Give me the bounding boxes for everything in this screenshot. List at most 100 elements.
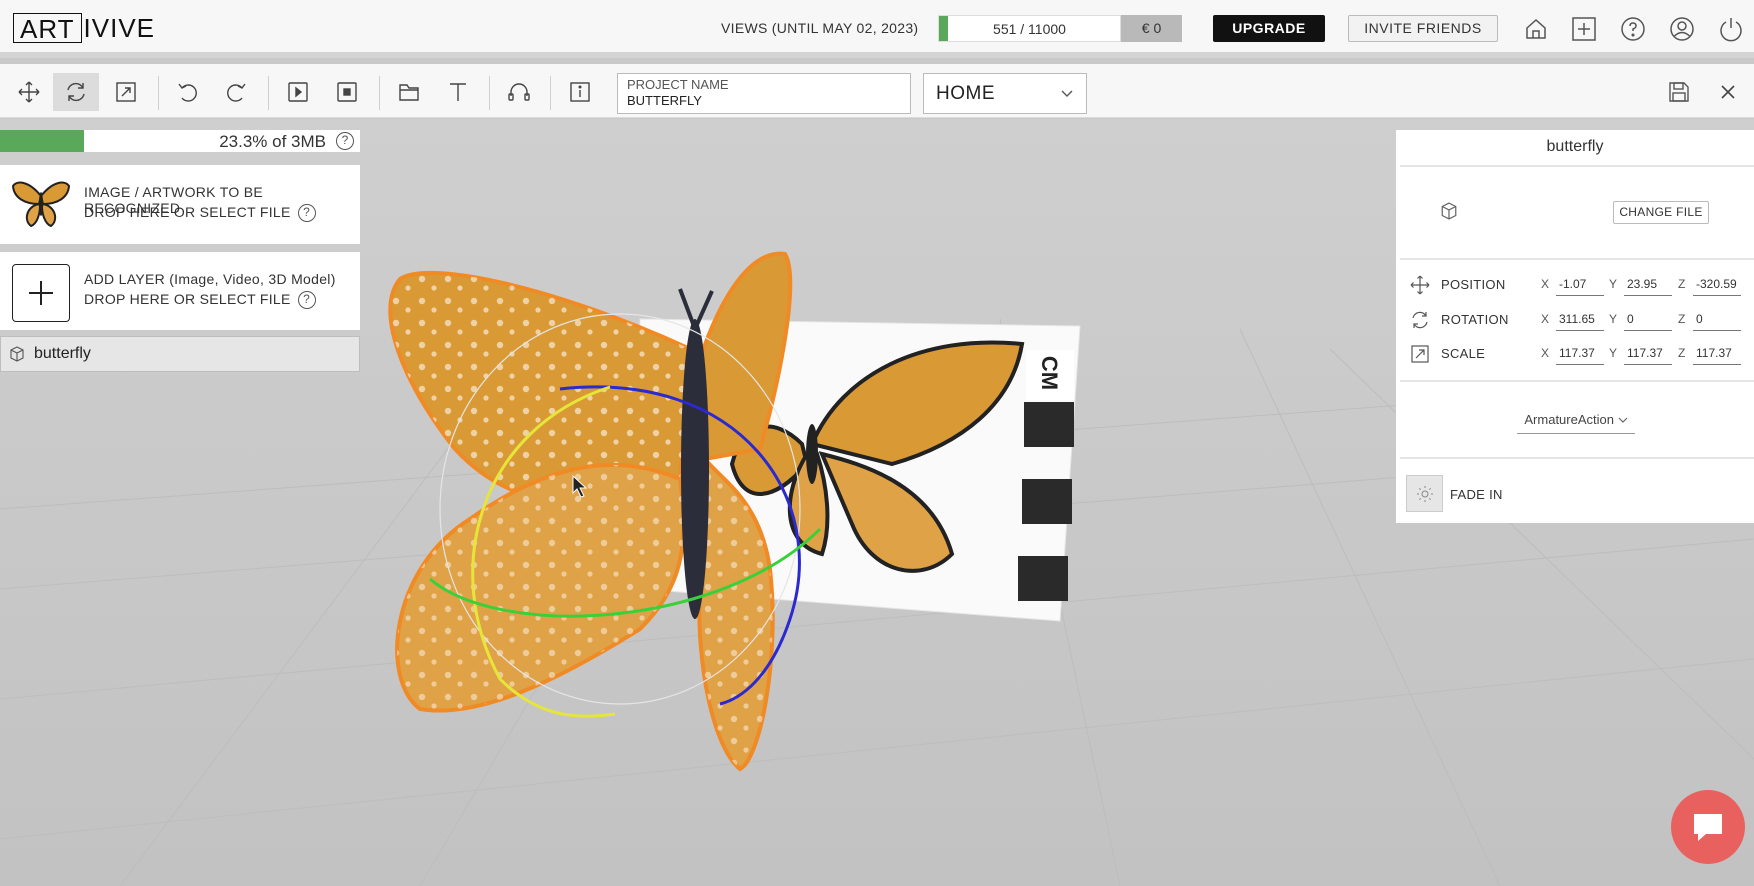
views-label: VIEWS (UNTIL MAY 02, 2023) — [721, 20, 919, 36]
rotate-icon — [1412, 311, 1428, 329]
scale-y-input[interactable]: 117.37 — [1624, 343, 1672, 365]
scale-z-input[interactable]: 117.37 — [1693, 343, 1741, 365]
add-layer-button[interactable] — [12, 264, 70, 322]
move-icon — [1410, 275, 1430, 295]
help-icon[interactable]: ? — [297, 291, 316, 310]
rotate-icon — [67, 82, 85, 102]
scale-row: SCALE X 117.37 Y 117.37 Z 117.37 — [1410, 342, 1750, 366]
open-folder-button[interactable] — [386, 73, 432, 111]
move-tool-button[interactable] — [6, 73, 52, 111]
target-dropzone-hint: DROP HERE OR SELECT FILE — [84, 204, 291, 220]
scale-tool-button[interactable] — [103, 73, 149, 111]
layer-name: butterfly — [34, 345, 91, 362]
axis-z-label: Z — [1678, 277, 1686, 291]
cube-icon — [1441, 202, 1457, 220]
stop-button[interactable] — [324, 73, 370, 111]
animation-select[interactable]: ArmatureAction — [1517, 412, 1635, 434]
sun-icon — [1416, 485, 1433, 502]
home-icon[interactable] — [1523, 16, 1549, 42]
views-progress: 551 / 11000 — [938, 15, 1121, 42]
help-icon[interactable]: ? — [297, 204, 316, 223]
top-bar: ART IVIVE VIEWS (UNTIL MAY 02, 2023) 551 … — [0, 0, 1754, 58]
chat-support-button[interactable] — [1671, 790, 1745, 864]
artivive-logo[interactable]: ART IVIVE — [13, 13, 156, 44]
storage-usage: 23.3% of 3MB ? — [0, 130, 360, 152]
invite-friends-button[interactable]: INVITE FRIENDS — [1348, 15, 1498, 42]
target-image-dropzone[interactable]: IMAGE / ARTWORK TO BE RECOGNIZED DROP HE… — [0, 165, 360, 244]
chevron-down-icon — [1061, 90, 1073, 97]
layer-item-butterfly[interactable]: butterfly — [0, 336, 360, 372]
redo-button[interactable] — [213, 73, 259, 111]
axis-y-label: Y — [1609, 312, 1618, 326]
credit-balance: € 0 — [1121, 15, 1182, 42]
help-icon[interactable] — [1620, 16, 1646, 42]
views-count: 551 / 11000 — [993, 21, 1066, 37]
rotation-label: ROTATION — [1441, 312, 1509, 327]
project-name-field[interactable]: PROJECT NAME BUTTERFLY — [617, 73, 911, 114]
close-icon — [1721, 85, 1735, 99]
project-name-label: PROJECT NAME — [627, 77, 729, 92]
position-x-input[interactable]: -1.07 — [1556, 274, 1604, 296]
axis-x-label: X — [1541, 346, 1550, 360]
stop-icon — [337, 82, 357, 102]
project-name-value[interactable]: BUTTERFLY — [627, 92, 901, 109]
cube-icon — [10, 346, 24, 362]
scale-label: SCALE — [1441, 346, 1486, 361]
scale-x-input[interactable]: 117.37 — [1556, 343, 1604, 365]
audio-button[interactable] — [496, 73, 542, 111]
move-icon — [18, 81, 40, 103]
position-y-input[interactable]: 23.95 — [1624, 274, 1672, 296]
text-tool-button[interactable] — [435, 73, 481, 111]
rotate-tool-button[interactable] — [53, 73, 99, 111]
editor-toolbar: PROJECT NAME BUTTERFLY HOME — [0, 64, 1754, 118]
change-file-button[interactable]: CHANGE FILE — [1613, 201, 1709, 224]
headphones-icon — [508, 83, 530, 101]
position-z-input[interactable]: -320.59 — [1693, 274, 1741, 296]
text-icon — [450, 83, 466, 101]
info-button[interactable] — [557, 73, 603, 111]
add-layer-title: ADD LAYER (Image, Video, 3D Model) — [84, 271, 336, 287]
fade-in-toggle[interactable] — [1406, 475, 1443, 512]
axis-x-label: X — [1541, 312, 1550, 326]
layer-properties-panel: butterfly CHANGE FILE POSITION X -1.07 Y… — [1396, 130, 1754, 523]
add-layer-hint: DROP HERE OR SELECT FILE — [84, 291, 291, 307]
axis-y-label: Y — [1609, 346, 1618, 360]
account-icon[interactable] — [1669, 16, 1695, 42]
folder-icon — [399, 84, 419, 101]
add-layer-dropzone[interactable]: ADD LAYER (Image, Video, 3D Model) DROP … — [0, 252, 360, 330]
rotation-x-input[interactable]: 311.65 — [1556, 309, 1604, 331]
axis-y-label: Y — [1609, 277, 1618, 291]
undo-button[interactable] — [165, 73, 211, 111]
close-editor-button[interactable] — [1705, 73, 1751, 111]
rotation-z-input[interactable]: 0 — [1693, 309, 1741, 331]
upgrade-button[interactable]: UPGRADE — [1213, 15, 1325, 42]
scale-icon — [1411, 345, 1429, 363]
help-icon[interactable]: ? — [336, 132, 354, 150]
axis-z-label: Z — [1678, 312, 1686, 326]
chat-icon — [1694, 814, 1722, 841]
play-button[interactable] — [275, 73, 321, 111]
undo-icon — [178, 83, 197, 102]
logo-boxed-text: ART — [13, 13, 82, 44]
play-icon — [288, 82, 308, 102]
target-image-thumbnail — [9, 176, 73, 232]
scene-select[interactable]: HOME — [923, 73, 1087, 114]
power-icon[interactable] — [1718, 16, 1744, 42]
scale-icon — [116, 82, 136, 102]
info-icon — [570, 82, 590, 102]
cm-label: CM — [1037, 356, 1062, 390]
layer-title: butterfly — [1546, 138, 1604, 155]
storage-progress-fill — [0, 130, 84, 152]
position-label: POSITION — [1441, 277, 1506, 292]
axis-z-label: Z — [1678, 346, 1686, 360]
rotation-y-input[interactable]: 0 — [1624, 309, 1672, 331]
plus-icon[interactable] — [1571, 16, 1597, 42]
axis-x-label: X — [1541, 277, 1550, 291]
chevron-down-icon — [1618, 417, 1628, 423]
save-button[interactable] — [1656, 73, 1702, 111]
logo-text: IVIVE — [83, 13, 156, 43]
scene-select-value: HOME — [936, 82, 995, 104]
storage-usage-text: 23.3% of 3MB — [219, 132, 326, 151]
position-row: POSITION X -1.07 Y 23.95 Z -320.59 — [1410, 273, 1750, 297]
redo-icon — [227, 83, 246, 102]
